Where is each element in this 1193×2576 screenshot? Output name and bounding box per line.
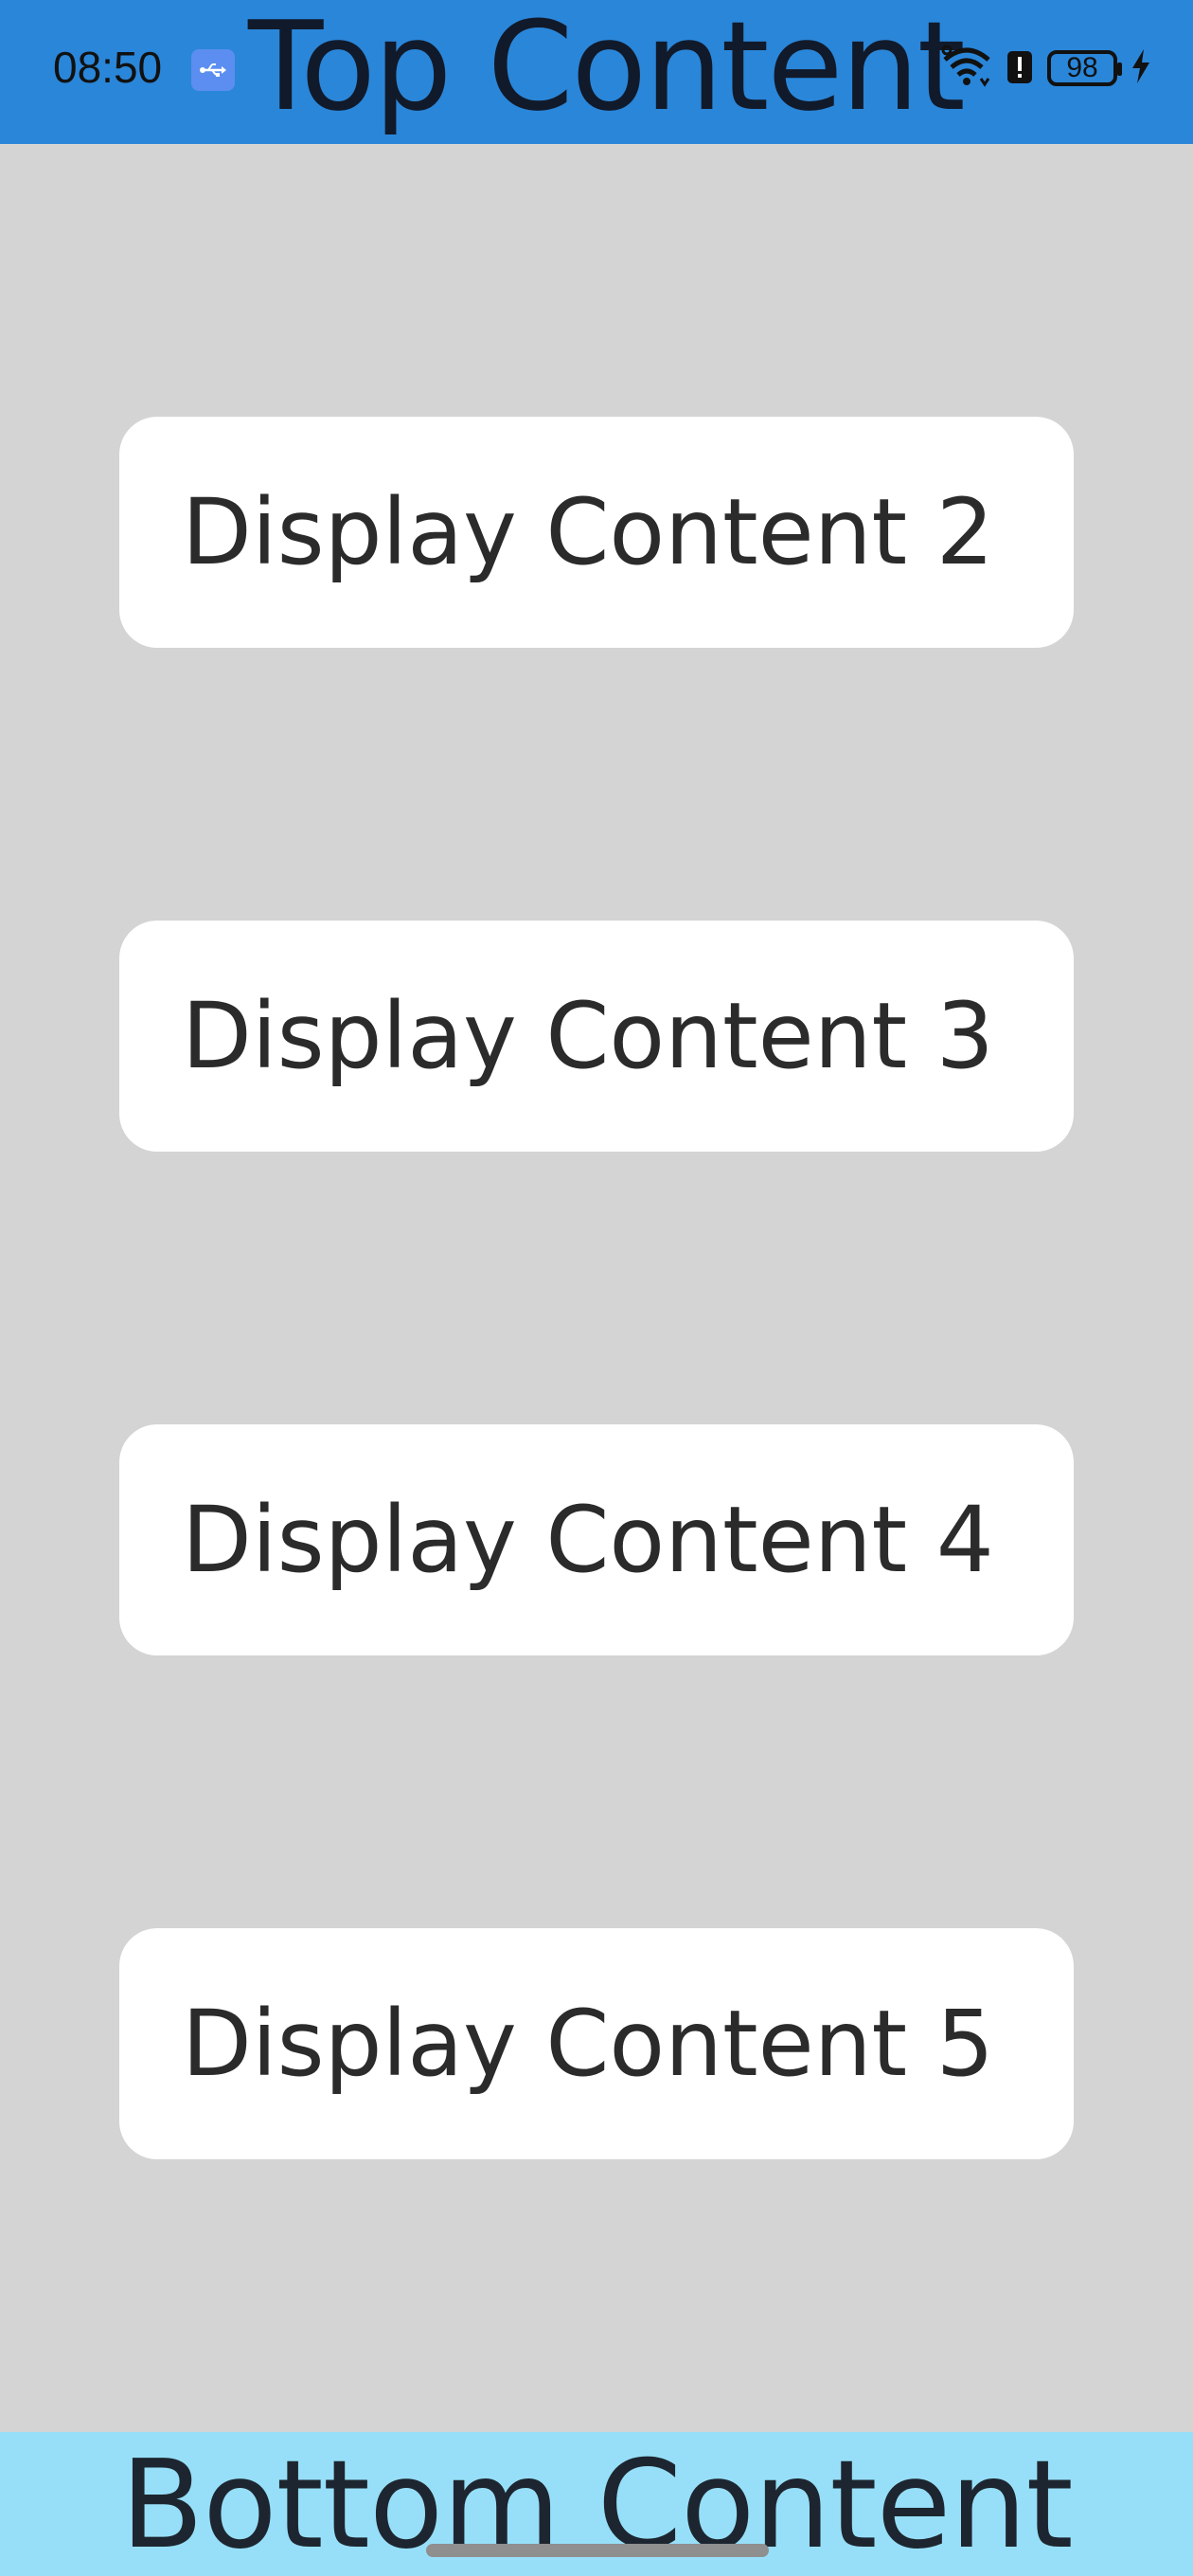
display-content-label: Display Content 4	[182, 1487, 994, 1593]
display-content-card[interactable]: Display Content 3	[119, 921, 1074, 1152]
display-content-label: Display Content 5	[182, 1991, 994, 2097]
display-content-card[interactable]: Display Content 5	[119, 1928, 1074, 2159]
top-content-bar: 08:50 Top Content 98	[0, 0, 1193, 144]
status-icons: 98	[941, 42, 1151, 95]
status-time: 08:50	[53, 43, 163, 92]
battery-icon: 98	[1047, 50, 1122, 86]
wifi-icon	[941, 45, 992, 92]
alert-icon	[1006, 47, 1034, 89]
display-content-label: Display Content 2	[182, 479, 994, 585]
display-content-card[interactable]: Display Content 2	[119, 417, 1074, 648]
usb-icon	[191, 49, 235, 91]
display-content-card[interactable]: Display Content 4	[119, 1424, 1074, 1655]
display-content-label: Display Content 3	[182, 983, 994, 1089]
top-content-title: Top Content	[248, 0, 966, 138]
home-indicator[interactable]	[426, 2544, 769, 2557]
charging-icon	[1131, 47, 1151, 89]
